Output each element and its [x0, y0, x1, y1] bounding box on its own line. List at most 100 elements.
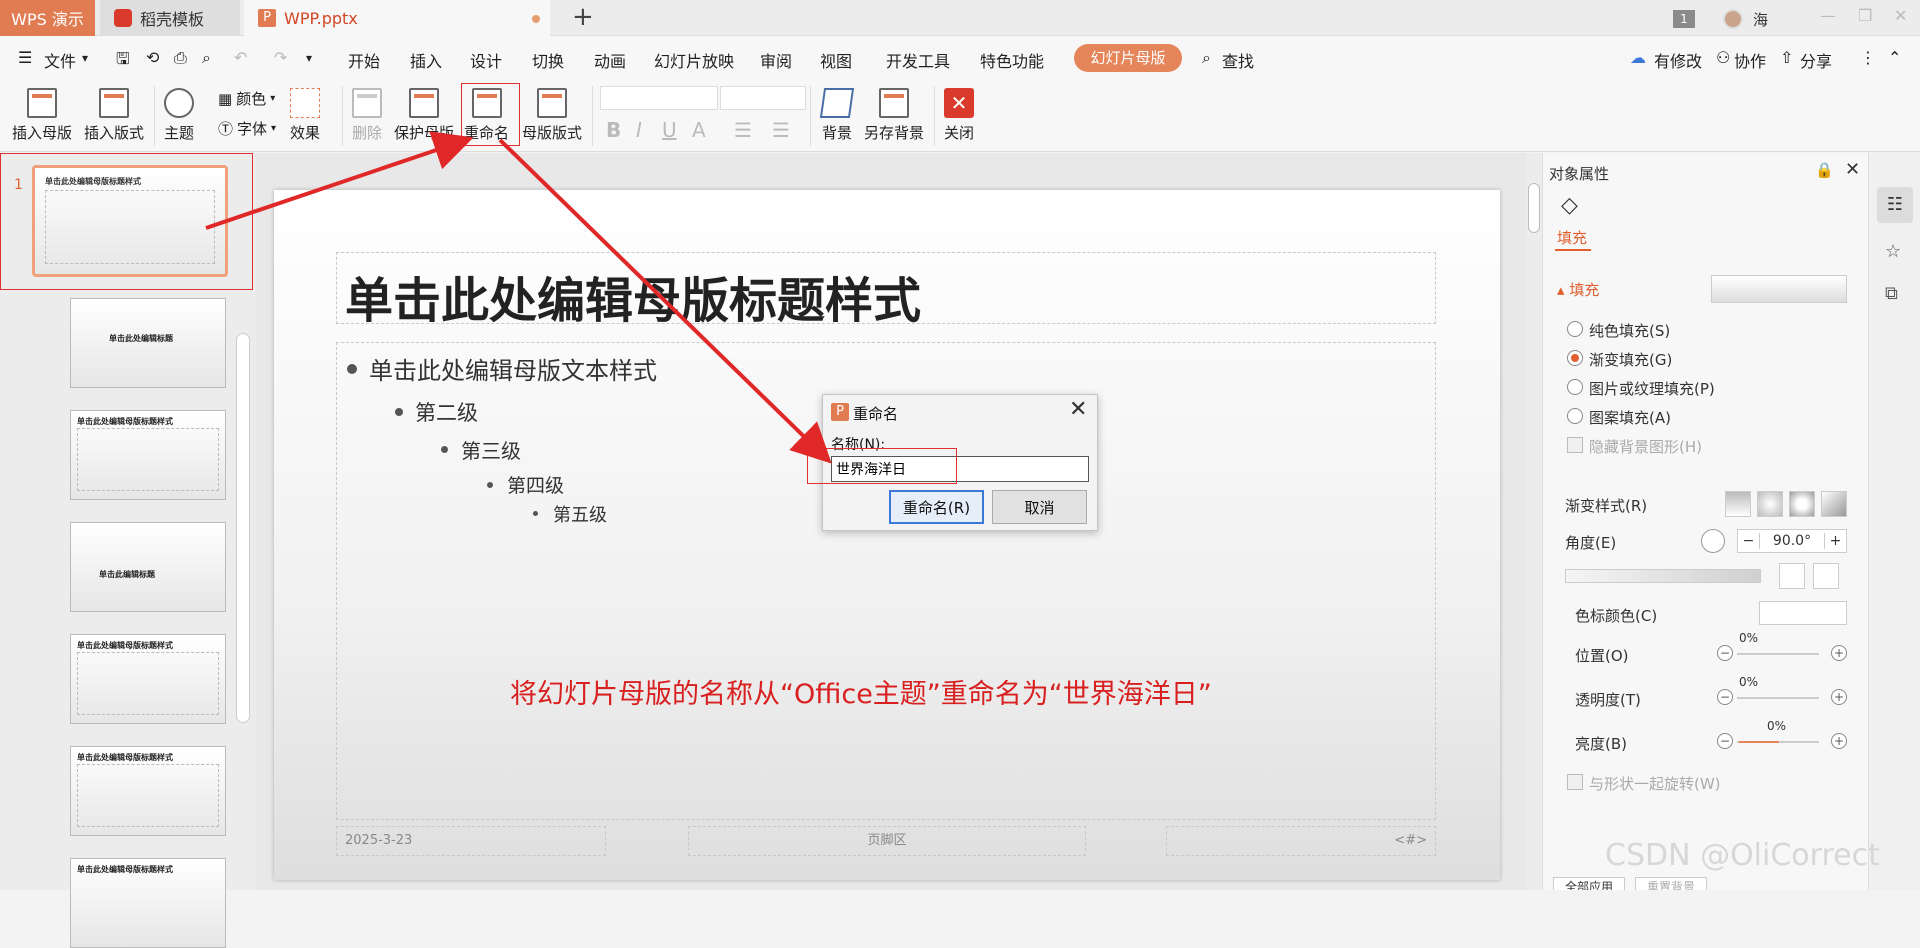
close-master-button[interactable]: ✕ 关闭: [944, 88, 974, 143]
protect-master-button[interactable]: 保护母版: [394, 88, 454, 143]
save-background-button[interactable]: 另存背景: [864, 88, 924, 143]
hamburger-icon[interactable]: ☰: [18, 48, 32, 67]
lock-icon[interactable]: 🔒: [1815, 161, 1834, 179]
picture-fill-radio[interactable]: [1567, 379, 1583, 395]
menu-slideshow[interactable]: 幻灯片放映: [654, 48, 734, 72]
canvas-scrollbar[interactable]: [1526, 153, 1542, 890]
menu-home[interactable]: 开始: [348, 48, 380, 72]
layout-thumbnail[interactable]: 单击此处编辑母版标题样式: [70, 410, 226, 500]
picture-fill-label[interactable]: 图片或纹理填充(P): [1589, 378, 1715, 399]
fill-section-header[interactable]: ▴ 填充: [1557, 279, 1599, 300]
insert-master-button[interactable]: 插入母版: [12, 88, 72, 143]
apply-all-button[interactable]: 全部应用: [1553, 877, 1625, 890]
user-name[interactable]: 海: [1753, 9, 1768, 30]
animation-star-icon[interactable]: ☆: [1885, 241, 1901, 262]
scroll-thumb[interactable]: [1528, 183, 1540, 233]
transparency-increment-icon[interactable]: +: [1831, 689, 1847, 705]
remove-stop-icon[interactable]: [1813, 563, 1839, 589]
fill-preset-select[interactable]: [1711, 275, 1847, 303]
position-increment-icon[interactable]: +: [1831, 645, 1847, 661]
menu-special-features[interactable]: 特色功能: [980, 48, 1044, 72]
selection-pane-icon[interactable]: ⧉: [1885, 283, 1898, 304]
print-preview-icon[interactable]: ⌕: [202, 48, 211, 68]
panel-title[interactable]: 对象属性: [1549, 163, 1609, 184]
search-label[interactable]: 查找: [1222, 48, 1254, 72]
share-button[interactable]: 分享: [1800, 48, 1832, 72]
master-layout-button[interactable]: 母版版式: [522, 88, 582, 143]
tab-wpp-document[interactable]: P WPP.pptx: [244, 0, 550, 36]
layout-thumbnail[interactable]: 单击此处编辑母版标题样式: [70, 858, 226, 948]
effect-button[interactable]: 效果: [290, 88, 320, 143]
menu-view[interactable]: 视图: [820, 48, 852, 72]
fill-bucket-icon[interactable]: ◇: [1561, 193, 1578, 218]
bold-icon[interactable]: B: [606, 118, 621, 142]
add-stop-icon[interactable]: [1779, 563, 1805, 589]
file-menu[interactable]: 文件: [44, 48, 76, 72]
cancel-button[interactable]: 取消: [992, 490, 1087, 524]
solid-fill-label[interactable]: 纯色填充(S): [1589, 320, 1670, 341]
gradient-rect-button[interactable]: [1789, 491, 1815, 517]
angle-dial[interactable]: [1701, 529, 1725, 553]
close-window-icon[interactable]: ✕: [1894, 6, 1907, 25]
properties-settings-icon[interactable]: ☷: [1877, 187, 1913, 223]
menu-insert[interactable]: 插入: [410, 48, 442, 72]
menu-animation[interactable]: 动画: [594, 48, 626, 72]
solid-fill-radio[interactable]: [1567, 321, 1583, 337]
pattern-fill-label[interactable]: 图案填充(A): [1589, 407, 1671, 428]
font-size-select[interactable]: [720, 86, 806, 110]
tab-wps-presentation[interactable]: WPS 演示: [0, 0, 95, 36]
font-name-select[interactable]: [600, 86, 718, 110]
delete-button[interactable]: 删除: [352, 88, 382, 143]
master-slide[interactable]: 单击此处编辑母版标题样式 单击此处编辑母版文本样式 第二级 第三级 第四级 第五…: [274, 190, 1500, 880]
bullet-list-icon[interactable]: ☰: [734, 118, 752, 142]
brightness-increment-icon[interactable]: +: [1831, 733, 1847, 749]
menu-slide-master[interactable]: 幻灯片母版: [1074, 44, 1182, 72]
gradient-radial-button[interactable]: [1757, 491, 1783, 517]
menu-design[interactable]: 设计: [470, 48, 502, 72]
tab-fill[interactable]: 填充: [1557, 227, 1587, 248]
undo-icon[interactable]: ↶: [234, 48, 247, 67]
menu-transition[interactable]: 切换: [532, 48, 564, 72]
thumbnails-scrollbar[interactable]: [236, 333, 250, 723]
font-color-icon[interactable]: A: [692, 118, 706, 142]
layout-thumbnail[interactable]: 单击此处编辑母版标题样式: [70, 746, 226, 836]
cloud-sync-icon[interactable]: ☁: [1630, 48, 1646, 67]
redo-icon[interactable]: ↷: [274, 48, 287, 67]
panel-close-icon[interactable]: ✕: [1845, 159, 1860, 180]
underline-icon[interactable]: U: [662, 118, 677, 142]
position-decrement-icon[interactable]: −: [1717, 645, 1733, 661]
menu-review[interactable]: 审阅: [760, 48, 792, 72]
stop-color-picker[interactable]: [1759, 601, 1847, 625]
pattern-fill-radio[interactable]: [1567, 408, 1583, 424]
gradient-linear-button[interactable]: [1725, 491, 1751, 517]
new-tab-plus-icon[interactable]: +: [572, 2, 594, 32]
tab-docer-templates[interactable]: 稻壳模板: [100, 0, 240, 36]
theme-button[interactable]: 主题: [164, 88, 194, 143]
italic-icon[interactable]: I: [636, 118, 642, 142]
rotate-with-shape-label[interactable]: 与形状一起旋转(W): [1589, 773, 1721, 794]
share-icon[interactable]: ⇧: [1780, 48, 1793, 67]
menu-developer[interactable]: 开发工具: [886, 48, 950, 72]
hide-bg-label[interactable]: 隐藏背景图形(H): [1589, 436, 1702, 457]
brightness-decrement-icon[interactable]: −: [1717, 733, 1733, 749]
window-count-badge[interactable]: 1: [1673, 10, 1695, 28]
numbered-list-icon[interactable]: ☰: [772, 118, 790, 142]
rotate-with-shape-checkbox[interactable]: [1567, 774, 1583, 790]
transparency-slider[interactable]: [1737, 697, 1819, 699]
user-avatar[interactable]: [1723, 9, 1743, 29]
decrement-icon[interactable]: −: [1738, 533, 1760, 549]
rename-confirm-button[interactable]: 重命名(R): [889, 490, 984, 524]
collaborate-icon[interactable]: ⚇: [1716, 48, 1730, 67]
format-painter-icon[interactable]: ⟲: [146, 48, 159, 67]
transparency-decrement-icon[interactable]: −: [1717, 689, 1733, 705]
gradient-bar[interactable]: [1565, 569, 1761, 583]
title-placeholder[interactable]: 单击此处编辑母版标题样式: [336, 252, 1436, 329]
maximize-icon[interactable]: ❐: [1858, 6, 1872, 25]
insert-layout-button[interactable]: 插入版式: [84, 88, 144, 143]
print-icon[interactable]: ⎙: [174, 48, 187, 68]
font-button[interactable]: Ⓣ 字体 ▾: [218, 118, 276, 139]
collapse-ribbon-icon[interactable]: ⌃: [1888, 48, 1901, 67]
dialog-close-icon[interactable]: ✕: [1069, 397, 1087, 422]
more-options-icon[interactable]: ⋮: [1860, 48, 1876, 67]
layout-thumbnail[interactable]: 单击此处编辑母版标题样式: [70, 634, 226, 724]
